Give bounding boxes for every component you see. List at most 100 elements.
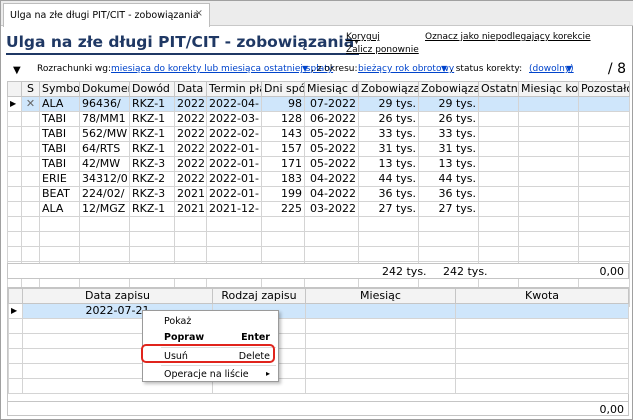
filter-collapse-icon[interactable]: ▼ (13, 65, 21, 76)
cell-termin[interactable]: 2022-02- (206, 126, 262, 142)
cell-symbol[interactable]: BEAT (39, 186, 80, 202)
cell-dni[interactable]: 183 (261, 171, 305, 187)
cell-dni[interactable]: 157 (261, 141, 305, 157)
cell-data[interactable]: 2022 (174, 141, 207, 157)
cell-symbol[interactable]: ERIE (39, 171, 80, 187)
cell-status[interactable] (21, 141, 40, 157)
col-dni[interactable]: Dni spó (261, 81, 305, 97)
cell-zobowiazanie-2[interactable]: 27 tys. (418, 201, 479, 217)
cell-termin[interactable]: 2022-03- (206, 111, 262, 127)
cell-data[interactable]: 2022 (174, 171, 207, 187)
cell-dni[interactable]: 98 (261, 96, 305, 112)
cell-dowod[interactable]: RKZ-1 (129, 111, 175, 127)
cell-zobowiazanie-1[interactable]: 36 tys. (358, 186, 419, 202)
cell-empty[interactable] (478, 141, 519, 157)
cell-miesiac-do[interactable]: 05-2022 (304, 141, 359, 157)
cell-symbol[interactable]: TABI (39, 126, 80, 142)
cell-symbol[interactable]: TABI (39, 156, 80, 172)
col-dokument[interactable]: Dokument (79, 81, 130, 97)
cell-miesiac-do[interactable]: 03-2022 (304, 201, 359, 217)
cell-empty[interactable] (578, 111, 630, 127)
col-zobowiazanie-2[interactable]: Zobowiąza (418, 81, 479, 97)
cell-zobowiazanie-1[interactable]: 31 tys. (358, 141, 419, 157)
cell-status[interactable] (21, 126, 40, 142)
cell-empty[interactable] (518, 156, 579, 172)
cell-empty[interactable] (478, 126, 519, 142)
table-row[interactable]: ERIE 34312/0 RKZ-2 2022 2022-01- 183 04-2022 44… (7, 171, 630, 187)
col-data[interactable]: Data p (174, 81, 207, 97)
lower-row[interactable]: ▶ 2022-07-21 (8, 303, 629, 319)
cell-status[interactable] (21, 201, 40, 217)
cell-empty[interactable] (478, 156, 519, 172)
cell-symbol[interactable]: ALA (39, 201, 80, 217)
cell-empty[interactable] (518, 186, 579, 202)
cell-empty[interactable] (578, 201, 630, 217)
cell-dokument[interactable]: 12/MGZ (79, 201, 130, 217)
cell-dokument[interactable]: 64/RTS (79, 141, 130, 157)
col-status[interactable]: S (21, 81, 40, 97)
cell-zobowiazanie-1[interactable]: 27 tys. (358, 201, 419, 217)
cell-dokument[interactable]: 224/02/ (79, 186, 130, 202)
col-symbol[interactable]: Symbol (39, 81, 80, 97)
cell-empty[interactable] (578, 126, 630, 142)
cell-empty[interactable] (518, 126, 579, 142)
cell-zobowiazanie-1[interactable]: 44 tys. (358, 171, 419, 187)
cell-empty[interactable] (478, 96, 519, 112)
cell-empty[interactable] (478, 111, 519, 127)
cell-dni[interactable]: 128 (261, 111, 305, 127)
cell-status[interactable]: ✕ (21, 96, 40, 112)
cell-empty[interactable] (478, 186, 519, 202)
cell-data[interactable]: 2021 (174, 201, 207, 217)
cell-termin[interactable]: 2022-04- (206, 96, 262, 112)
rozr-dropdown-icon[interactable]: ▼ (302, 64, 308, 73)
cell-dowod[interactable]: RKZ-1 (129, 201, 175, 217)
cell-zobowiazanie-1[interactable]: 33 tys. (358, 126, 419, 142)
tab-ulga[interactable]: Ulga na złe długi PIT/CIT - zobowiązania… (3, 3, 210, 27)
cell-dokument[interactable]: 78/MM1 (79, 111, 130, 127)
col-pozostalo[interactable]: Pozostało (578, 81, 630, 97)
table-row[interactable]: TABI 78/MM1 RKZ-1 2022 2022-03- 128 06-2022 26 … (7, 111, 630, 127)
cell-zobowiazanie-2[interactable]: 31 tys. (418, 141, 479, 157)
cell-termin[interactable]: 2022-01- (206, 171, 262, 187)
cell-miesiac-do[interactable]: 06-2022 (304, 111, 359, 127)
lower-col-miesiac[interactable]: Miesiąc (305, 288, 456, 304)
cell-dowod[interactable]: RKZ-1 (129, 141, 175, 157)
cell-data[interactable]: 2021 (174, 186, 207, 202)
col-dowod[interactable]: Dowód k (129, 81, 175, 97)
cell-data[interactable]: 2022 (174, 156, 207, 172)
cell-dowod[interactable]: RKZ-2 (129, 171, 175, 187)
zalicz-ponownie-link[interactable]: Zalicz ponownie (346, 45, 419, 55)
cell-data[interactable]: 2022 (174, 96, 207, 112)
col-zobowiazanie-1[interactable]: Zobowiąza (358, 81, 419, 97)
cell-dowod[interactable]: RKZ-3 (129, 156, 175, 172)
cell-miesiac-do[interactable]: 05-2022 (304, 156, 359, 172)
cell-dni[interactable]: 225 (261, 201, 305, 217)
table-row[interactable]: ▶ ✕ ALA 96436/RKZ-1 2022 2022-04- 98 07-2022 29 … (7, 96, 630, 112)
cell-symbol[interactable]: TABI (39, 111, 80, 127)
cell-dokument[interactable]: 562/MW (79, 126, 130, 142)
cell-miesiac-do[interactable]: 05-2022 (304, 126, 359, 142)
cell-termin[interactable]: 2021-12- (206, 201, 262, 217)
page-title[interactable]: Ulga na złe długi PIT/CIT - zobowiązania… (6, 32, 359, 55)
cell-dokument[interactable]: 96436/ (79, 96, 130, 112)
cell-miesiac-do[interactable]: 04-2022 (304, 186, 359, 202)
cell-dokument[interactable]: 34312/0 (79, 171, 130, 187)
cell-zobowiazanie-1[interactable]: 13 tys. (358, 156, 419, 172)
cell-empty[interactable] (518, 201, 579, 217)
cell-termin[interactable]: 2022-01- (206, 186, 262, 202)
cell-empty[interactable] (518, 171, 579, 187)
cell-zobowiazanie-2[interactable]: 29 tys. (418, 96, 479, 112)
col-miesiac-ko[interactable]: Miesiąc ko (518, 81, 579, 97)
cell-empty[interactable] (578, 186, 630, 202)
cell-dni[interactable]: 199 (261, 186, 305, 202)
cell-zobowiazanie-2[interactable]: 26 tys. (418, 111, 479, 127)
cell-zobowiazanie-1[interactable]: 29 tys. (358, 96, 419, 112)
lower-col-kwota[interactable]: Kwota (455, 288, 629, 304)
cell-status[interactable] (21, 111, 40, 127)
cell-empty[interactable] (578, 156, 630, 172)
cell-empty[interactable] (578, 96, 630, 112)
koryguj-link[interactable]: Koryguj (346, 32, 380, 42)
table-row[interactable]: TABI 562/MW RKZ-1 2022 2022-02- 143 05-2022 33 … (7, 126, 630, 142)
okres-dropdown-icon[interactable]: ▼ (441, 64, 447, 73)
cell-empty[interactable] (518, 111, 579, 127)
